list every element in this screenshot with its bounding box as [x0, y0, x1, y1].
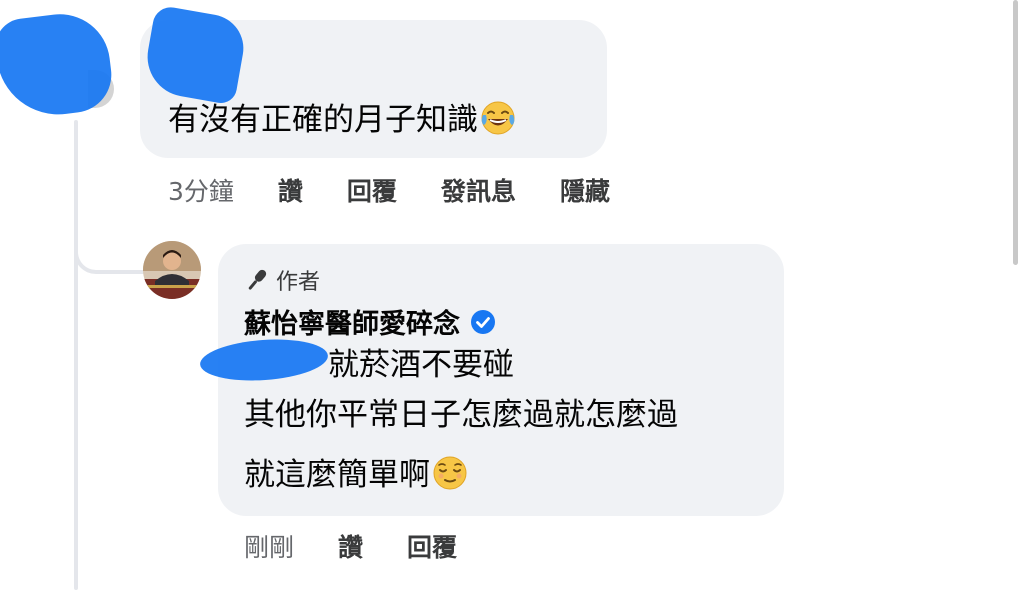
scrollbar[interactable] — [1013, 0, 1018, 265]
message-button[interactable]: 發訊息 — [441, 172, 516, 208]
reply-button[interactable]: 回覆 — [347, 172, 397, 208]
hide-button[interactable]: 隱藏 — [560, 172, 610, 208]
reply-timestamp[interactable]: 剛剛 — [244, 528, 294, 564]
microphone-icon — [248, 269, 267, 290]
author-name[interactable]: 蘇怡寧醫師愛碎念 — [244, 302, 496, 341]
comment-timestamp[interactable]: 3分鐘 — [168, 172, 234, 208]
reply-line-3: 就這麼簡單啊 — [244, 455, 468, 495]
reply-reply-button[interactable]: 回覆 — [407, 528, 457, 564]
comment-actions: 3分鐘 讚 回覆 發訊息 隱藏 — [168, 172, 654, 208]
laughing-tears-emoji-icon — [481, 101, 515, 135]
reply-actions: 剛剛 讚 回覆 — [244, 528, 501, 564]
reply-line-2: 其他你平常日子怎麼過就怎麼過 — [244, 397, 678, 433]
reply-like-button[interactable]: 讚 — [338, 528, 363, 564]
comment-text: 有沒有正確的月子知識 — [168, 100, 516, 140]
reply-line-1: 就菸酒不要碰 — [328, 347, 514, 383]
author-name-text[interactable]: 蘇怡寧醫師愛碎念 — [244, 302, 460, 341]
like-button[interactable]: 讚 — [278, 172, 303, 208]
author-badge: 作者 — [244, 264, 320, 296]
relieved-face-emoji-icon — [433, 456, 467, 490]
author-badge-label: 作者 — [276, 270, 321, 295]
author-avatar[interactable] — [143, 241, 201, 299]
reply-connector — [74, 210, 148, 274]
thread-line — [74, 120, 78, 590]
verified-badge-icon — [471, 309, 495, 334]
